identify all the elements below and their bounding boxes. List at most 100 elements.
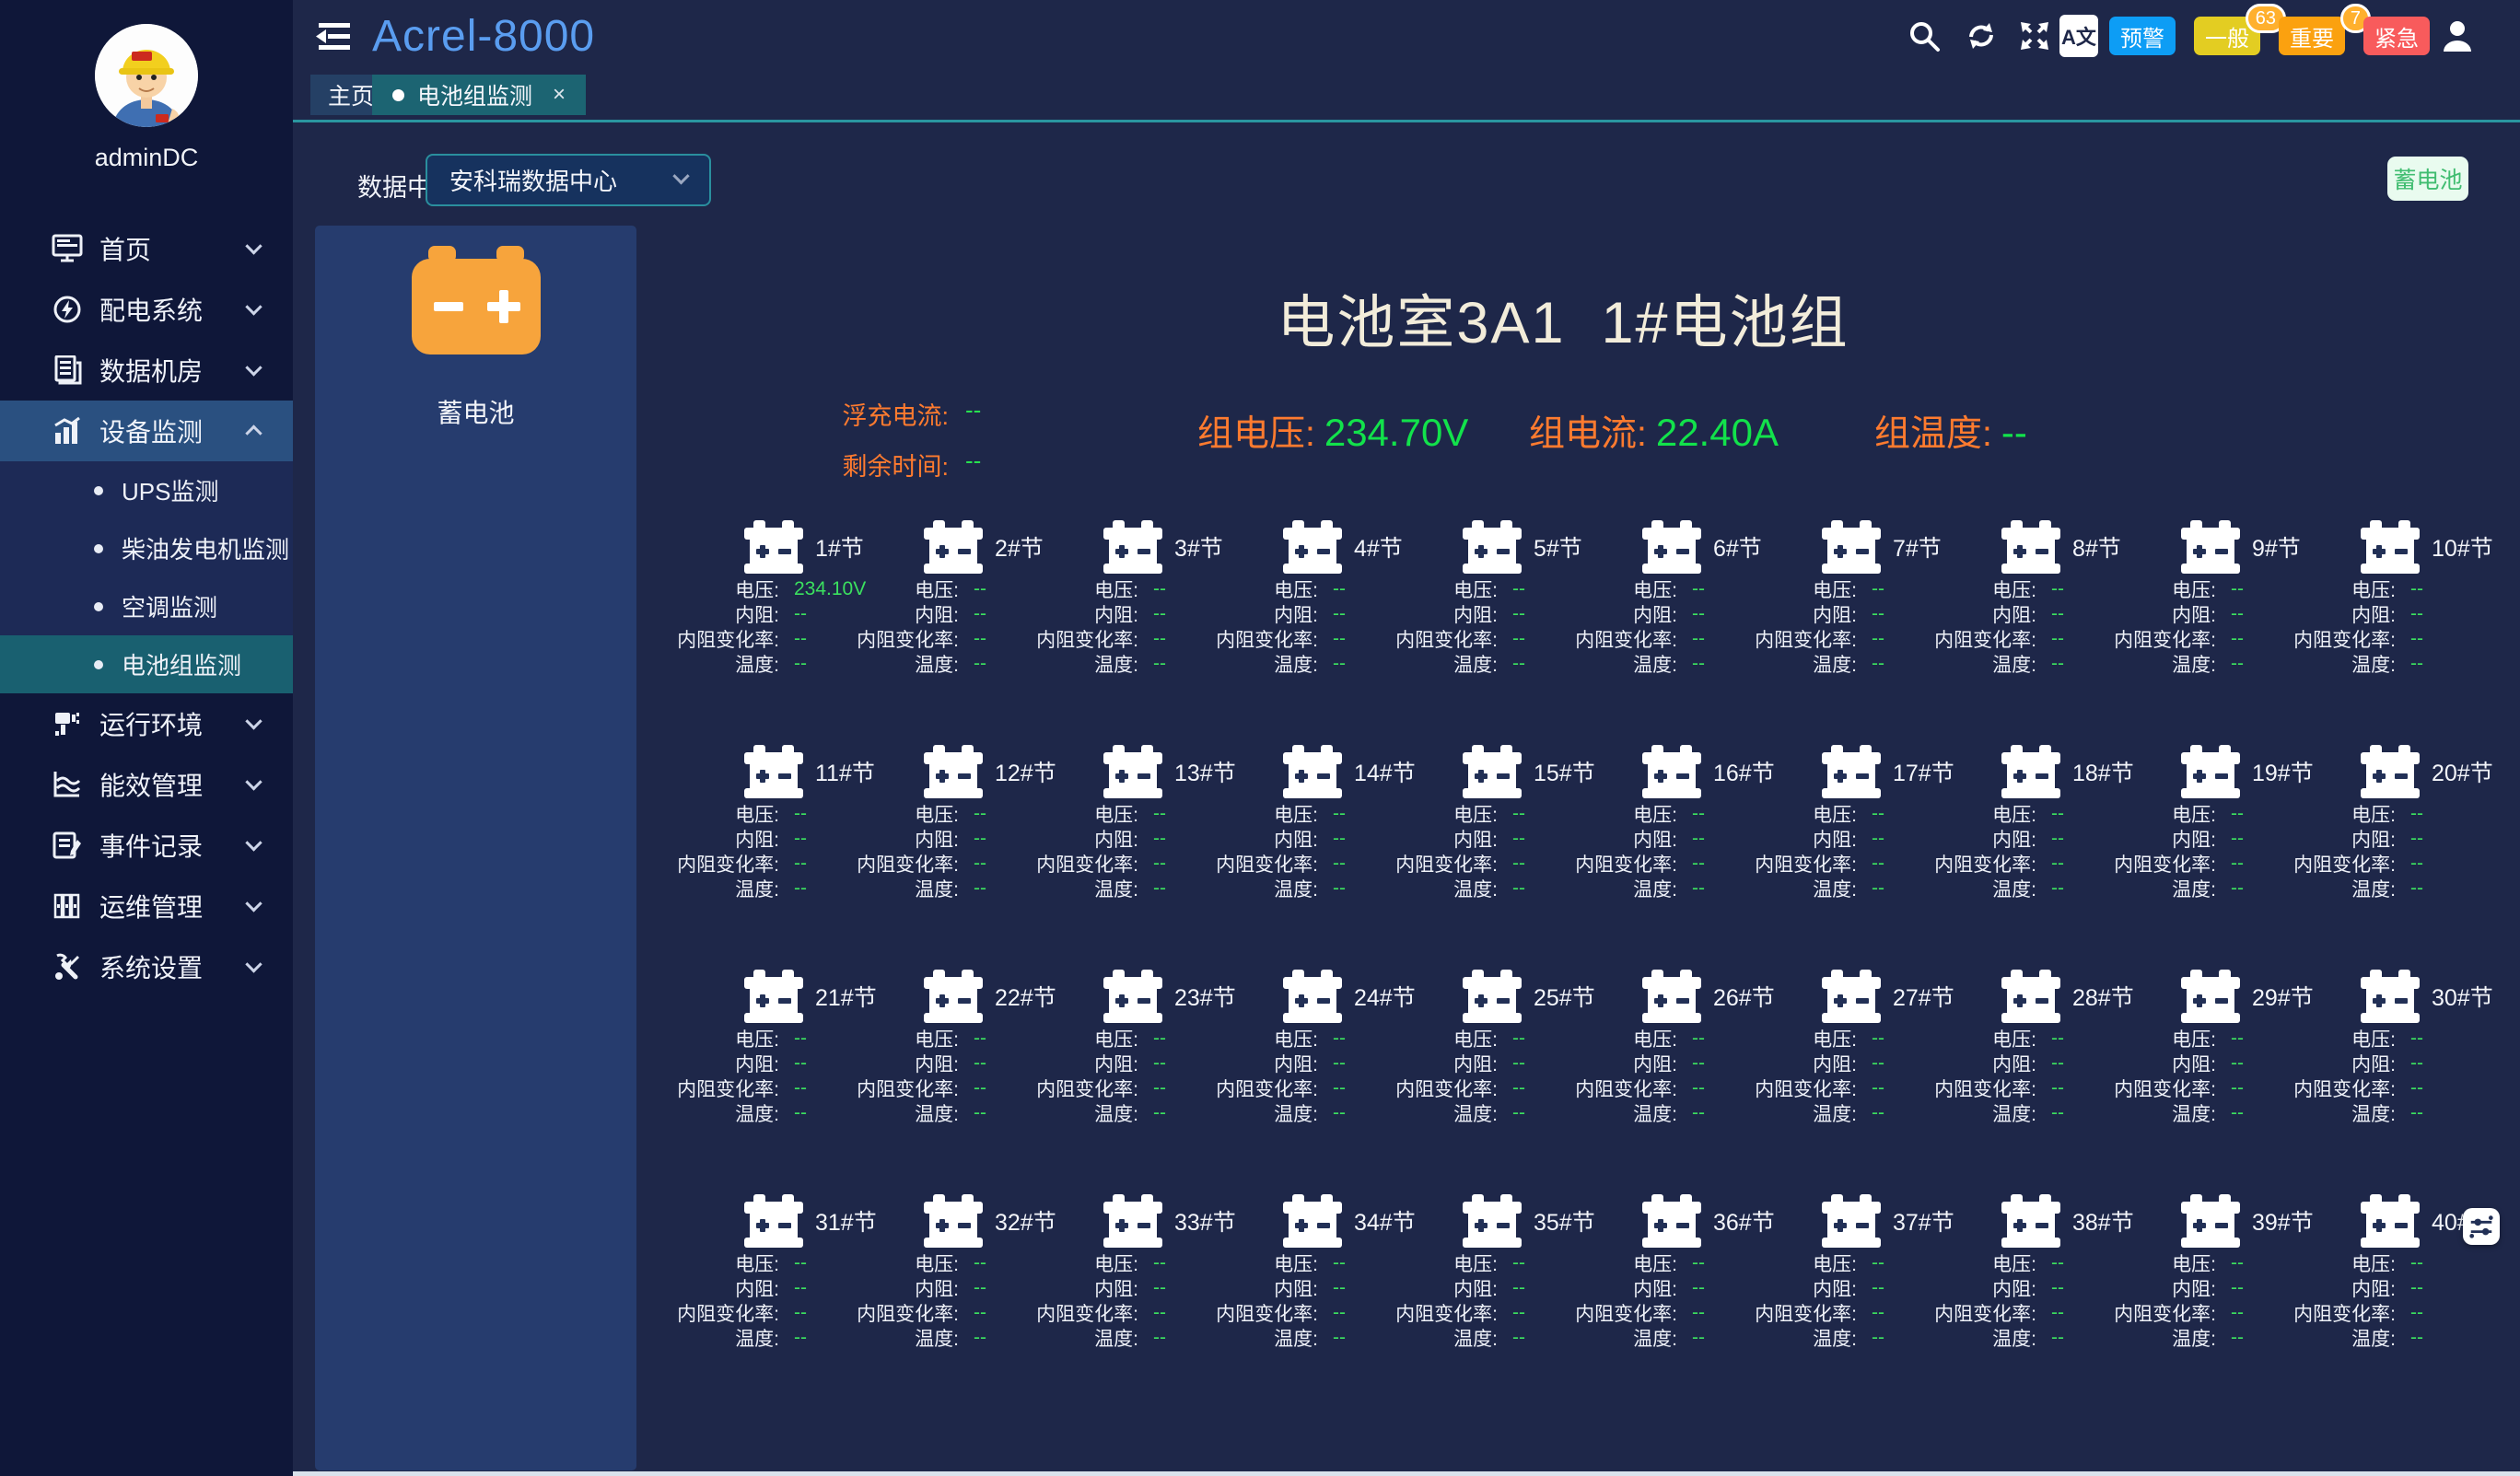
battery-cell-label: 21#节 xyxy=(815,980,877,1013)
horizontal-scrollbar[interactable] xyxy=(293,1471,2520,1476)
chevron-down-icon xyxy=(245,713,262,729)
battery-cell[interactable]: 6#节 电压: -- 内阻: -- 内阻变化率: -- 温度: -- xyxy=(1589,514,1768,738)
resistance-rate-value: -- xyxy=(2051,1077,2064,1099)
battery-cell[interactable]: 16#节 电压: -- 内阻: -- 内阻变化率: -- 温度: -- xyxy=(1589,738,1768,963)
collapse-sidebar-button[interactable] xyxy=(313,20,352,53)
sidebar-item-device-monitoring[interactable]: 设备监测 xyxy=(0,401,293,461)
chevron-down-icon xyxy=(245,895,262,912)
sidebar-item-label: 首页 xyxy=(99,230,151,267)
sidebar-item-operating-environment[interactable]: 运行环境 xyxy=(0,693,293,754)
battery-cell[interactable]: 37#节 电压: -- 内阻: -- 内阻变化率: -- 温度: -- xyxy=(1768,1188,1948,1412)
battery-cell[interactable]: 11#节 电压: -- 内阻: -- 内阻变化率: -- 温度: -- xyxy=(691,738,870,963)
sidebar-item-energy-management[interactable]: 能效管理 xyxy=(0,754,293,815)
battery-cell[interactable]: 13#节 电压: -- 内阻: -- 内阻变化率: -- 温度: -- xyxy=(1050,738,1230,963)
voltage-value: -- xyxy=(974,803,986,825)
resistance-rate-label: 内阻变化率: xyxy=(1589,625,1677,653)
battery-cell-label: 13#节 xyxy=(1174,755,1236,788)
resistance-label: 内阻: xyxy=(870,1274,959,1302)
battery-cell[interactable]: 26#节 电压: -- 内阻: -- 内阻变化率: -- 温度: -- xyxy=(1589,963,1768,1188)
battery-cell[interactable]: 20#节 电压: -- 内阻: -- 内阻变化率: -- 温度: -- xyxy=(2307,738,2487,963)
avatar[interactable] xyxy=(95,24,198,127)
sidebar-item-event-records[interactable]: 事件记录 xyxy=(0,815,293,876)
submenu-item-ups[interactable]: UPS监测 xyxy=(0,461,293,519)
battery-cell[interactable]: 14#节 电压: -- 内阻: -- 内阻变化率: -- 温度: -- xyxy=(1230,738,1409,963)
resistance-rate-label: 内阻变化率: xyxy=(1768,850,1857,877)
resistance-value: -- xyxy=(2231,603,2244,625)
battery-cell[interactable]: 5#节 电压: -- 内阻: -- 内阻变化率: -- 温度: -- xyxy=(1409,514,1589,738)
battery-cell[interactable]: 10#节 电压: -- 内阻: -- 内阻变化率: -- 温度: -- xyxy=(2307,514,2487,738)
battery-cell[interactable]: 31#节 电压: -- 内阻: -- 内阻变化率: -- 温度: -- xyxy=(691,1188,870,1412)
sidebar-item-power-distribution[interactable]: 配电系统 xyxy=(0,279,293,340)
battery-type-button[interactable]: 蓄电池 xyxy=(2387,157,2468,201)
voltage-label: 电压: xyxy=(691,800,779,828)
battery-cell[interactable]: 30#节 电压: -- 内阻: -- 内阻变化率: -- 温度: -- xyxy=(2307,963,2487,1188)
battery-cell[interactable]: 19#节 电压: -- 内阻: -- 内阻变化率: -- 温度: -- xyxy=(2128,738,2307,963)
battery-cell[interactable]: 4#节 电压: -- 内阻: -- 内阻变化率: -- 温度: -- xyxy=(1230,514,1409,738)
battery-cell[interactable]: 7#节 电压: -- 内阻: -- 内阻变化率: -- 温度: -- xyxy=(1768,514,1948,738)
search-button[interactable] xyxy=(1907,18,1942,53)
refresh-button[interactable] xyxy=(1964,18,1999,53)
temperature-value: -- xyxy=(1333,1327,1346,1349)
translate-button[interactable]: A文 xyxy=(2059,15,2098,57)
resistance-rate-label: 内阻变化率: xyxy=(2128,625,2216,653)
voltage-label: 电压: xyxy=(1230,800,1318,828)
battery-cell[interactable]: 25#节 电压: -- 内阻: -- 内阻变化率: -- 温度: -- xyxy=(1409,963,1589,1188)
tab-battery-monitoring[interactable]: 电池组监测 × xyxy=(372,75,586,115)
datacenter-select[interactable]: 安科瑞数据中心 xyxy=(426,154,711,206)
fullscreen-button[interactable] xyxy=(2017,18,2052,53)
battery-cell[interactable]: 24#节 电压: -- 内阻: -- 内阻变化率: -- 温度: -- xyxy=(1230,963,1409,1188)
battery-cell[interactable]: 32#节 电压: -- 内阻: -- 内阻变化率: -- 温度: -- xyxy=(870,1188,1050,1412)
resistance-rate-value: -- xyxy=(1692,628,1705,650)
resistance-label: 内阻: xyxy=(1768,1274,1857,1302)
battery-device-card[interactable]: 蓄电池 xyxy=(315,226,636,430)
battery-cell[interactable]: 17#节 电压: -- 内阻: -- 内阻变化率: -- 温度: -- xyxy=(1768,738,1948,963)
display-settings-button[interactable] xyxy=(2463,1208,2500,1245)
battery-cell[interactable]: 12#节 电压: -- 内阻: -- 内阻变化率: -- 温度: -- xyxy=(870,738,1050,963)
battery-cell[interactable]: 33#节 电压: -- 内阻: -- 内阻变化率: -- 温度: -- xyxy=(1050,1188,1230,1412)
battery-cell[interactable]: 8#节 电压: -- 内阻: -- 内阻变化率: -- 温度: -- xyxy=(1948,514,2128,738)
voltage-value: -- xyxy=(1512,1252,1525,1274)
battery-cell[interactable]: 22#节 电压: -- 内阻: -- 内阻变化率: -- 温度: -- xyxy=(870,963,1050,1188)
battery-cell[interactable]: 40#节 电压: -- 内阻: -- 内阻变化率: -- 温度: -- xyxy=(2307,1188,2487,1412)
alarm-button[interactable]: 紧急 xyxy=(2363,17,2430,55)
battery-cell-icon xyxy=(1283,1194,1342,1248)
resistance-label: 内阻: xyxy=(691,1050,779,1077)
voltage-value: -- xyxy=(794,1252,807,1274)
resistance-rate-value: -- xyxy=(794,853,807,875)
alarm-button[interactable]: 预警 xyxy=(2109,17,2176,55)
battery-cell[interactable]: 2#节 电压: -- 内阻: -- 内阻变化率: -- 温度: -- xyxy=(870,514,1050,738)
sidebar-item-system-settings[interactable]: 系统设置 xyxy=(0,936,293,997)
battery-cell[interactable]: 29#节 电压: -- 内阻: -- 内阻变化率: -- 温度: -- xyxy=(2128,963,2307,1188)
alarm-button[interactable]: 一般 63 xyxy=(2194,17,2260,55)
battery-cell-icon xyxy=(1822,745,1881,798)
group-voltage: 组电压: 234.70V xyxy=(1197,405,1468,457)
battery-cell[interactable]: 21#节 电压: -- 内阻: -- 内阻变化率: -- 温度: -- xyxy=(691,963,870,1188)
battery-cell[interactable]: 3#节 电压: -- 内阻: -- 内阻变化率: -- 温度: -- xyxy=(1050,514,1230,738)
submenu-item-diesel-generator[interactable]: 柴油发电机监测 xyxy=(0,519,293,577)
battery-cell[interactable]: 38#节 电压: -- 内阻: -- 内阻变化率: -- 温度: -- xyxy=(1948,1188,2128,1412)
battery-cell-label: 15#节 xyxy=(1534,755,1595,788)
battery-cell[interactable]: 1#节 电压: 234.10V 内阻: -- 内阻变化率: -- 温度: -- xyxy=(691,514,870,738)
battery-cell[interactable]: 39#节 电压: -- 内阻: -- 内阻变化率: -- 温度: -- xyxy=(2128,1188,2307,1412)
temperature-label: 温度: xyxy=(1050,650,1138,678)
submenu-item-battery-monitoring[interactable]: 电池组监测 xyxy=(0,635,293,693)
battery-cell[interactable]: 15#节 电压: -- 内阻: -- 内阻变化率: -- 温度: -- xyxy=(1409,738,1589,963)
submenu-item-air-conditioning[interactable]: 空调监测 xyxy=(0,577,293,635)
battery-cell-icon xyxy=(2181,520,2240,574)
battery-cell[interactable]: 35#节 电压: -- 内阻: -- 内阻变化率: -- 温度: -- xyxy=(1409,1188,1589,1412)
resistance-rate-label: 内阻变化率: xyxy=(870,850,959,877)
alarm-button[interactable]: 重要 7 xyxy=(2279,17,2345,55)
sidebar-item-data-room[interactable]: 数据机房 xyxy=(0,340,293,401)
battery-cell[interactable]: 34#节 电压: -- 内阻: -- 内阻变化率: -- 温度: -- xyxy=(1230,1188,1409,1412)
close-tab-icon[interactable]: × xyxy=(553,82,566,108)
battery-cell[interactable]: 23#节 电压: -- 内阻: -- 内阻变化率: -- 温度: -- xyxy=(1050,963,1230,1188)
sidebar-item-home[interactable]: 首页 xyxy=(0,218,293,279)
sidebar-item-operations-management[interactable]: 运维管理 xyxy=(0,876,293,936)
resistance-rate-label: 内阻变化率: xyxy=(2307,1299,2396,1327)
battery-cell[interactable]: 9#节 电压: -- 内阻: -- 内阻变化率: -- 温度: -- xyxy=(2128,514,2307,738)
battery-cell[interactable]: 36#节 电压: -- 内阻: -- 内阻变化率: -- 温度: -- xyxy=(1589,1188,1768,1412)
battery-cell[interactable]: 28#节 电压: -- 内阻: -- 内阻变化率: -- 温度: -- xyxy=(1948,963,2128,1188)
battery-cell[interactable]: 27#节 电压: -- 内阻: -- 内阻变化率: -- 温度: -- xyxy=(1768,963,1948,1188)
battery-cell[interactable]: 18#节 电压: -- 内阻: -- 内阻变化率: -- 温度: -- xyxy=(1948,738,2128,963)
user-menu-button[interactable] xyxy=(2439,17,2476,53)
